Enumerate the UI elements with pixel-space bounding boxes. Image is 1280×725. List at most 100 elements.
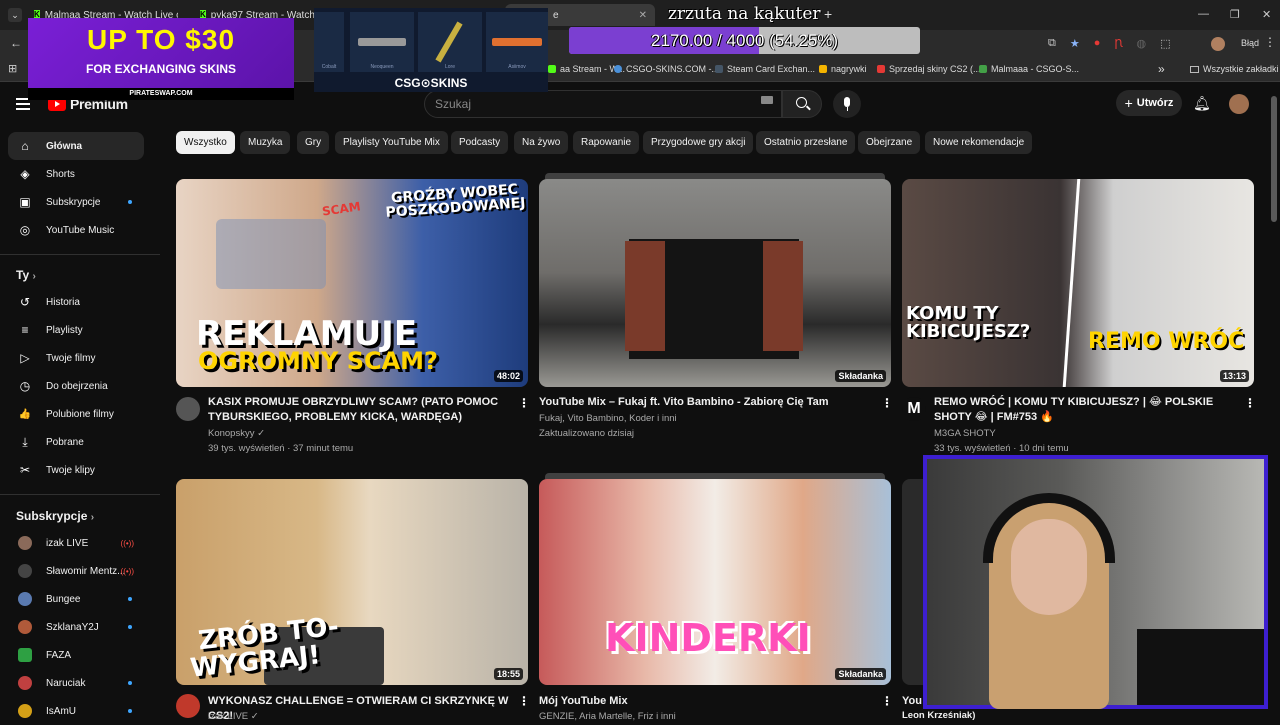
search-button[interactable]: [782, 90, 822, 118]
video-thumbnail[interactable]: ZRÓB TO- WYGRAJ! 18:55: [176, 479, 528, 685]
bookmark-item[interactable]: Sprzedaj skiny CS2 (...: [877, 64, 981, 74]
channel-name[interactable]: Konopskyy ✓: [208, 426, 265, 441]
chip-podcasts[interactable]: Podcasty: [451, 131, 509, 154]
profile-avatar[interactable]: [1211, 37, 1225, 51]
chip-live[interactable]: Na żywo: [514, 131, 569, 154]
more-options-icon[interactable]: ⋮: [881, 396, 893, 410]
voice-search-button[interactable]: [833, 90, 861, 118]
channel-avatar[interactable]: [176, 694, 200, 718]
create-button[interactable]: + Utwórz: [1116, 90, 1182, 116]
bookmark-item[interactable]: nagrywki: [819, 64, 867, 74]
search-input[interactable]: Szukaj: [424, 90, 782, 118]
sidebar-item-shorts[interactable]: ◈ Shorts: [8, 160, 144, 188]
cast-icon[interactable]: ⧉: [1048, 37, 1056, 50]
sidebar-subscription-bungee[interactable]: Bungee: [8, 585, 144, 613]
channel-avatar[interactable]: M: [902, 397, 926, 421]
sidebar-item-subscriptions[interactable]: ▣ Subskrypcje: [8, 188, 144, 216]
sidebar-subscription-izak-live[interactable]: izak LIVE ((•)): [8, 529, 144, 557]
menu-dots-icon[interactable]: ⋮: [1264, 35, 1276, 49]
tab-list-icon[interactable]: ⌄: [8, 8, 22, 22]
bookmark-favicon-icon: [979, 65, 987, 73]
new-tab-button[interactable]: +: [824, 6, 832, 22]
more-options-icon[interactable]: ⋮: [881, 694, 893, 708]
more-options-icon[interactable]: ⋮: [518, 396, 530, 410]
video-thumbnail[interactable]: SCAM GROŹBY WOBEC POSZKODOWANEJ REKLAMUJ…: [176, 179, 528, 387]
keyboard-icon[interactable]: [761, 96, 773, 104]
account-avatar[interactable]: [1229, 94, 1249, 114]
notifications-bell-icon[interactable]: 🔔︎: [1193, 95, 1211, 112]
extension-icon[interactable]: ●: [1094, 37, 1101, 50]
video-thumbnail[interactable]: KINDERKI Składanka: [539, 479, 891, 685]
video-title[interactable]: You: [902, 694, 922, 709]
window-close-icon[interactable]: ✕: [1262, 8, 1271, 21]
video-title[interactable]: REMO WRÓĆ | KOMU TY KIBICUJESZ? | 😂 POLS…: [934, 395, 1244, 425]
extension-icon[interactable]: Ꞃ: [1114, 37, 1122, 50]
subscriptions-section-header[interactable]: Subskrypcje ›: [16, 509, 94, 523]
video-title[interactable]: KASIX PROMUJE OBRZYDLIWY SCAM? (PATO POM…: [208, 395, 508, 425]
chip-watched[interactable]: Obejrzane: [858, 131, 921, 154]
maximize-icon[interactable]: ❐: [1230, 8, 1240, 21]
channel-avatar[interactable]: [176, 397, 200, 421]
more-options-icon[interactable]: ⋮: [518, 694, 530, 708]
thumbnail-right-text: REMO WRÓĆ: [1088, 329, 1245, 354]
bookmarks-overflow-icon[interactable]: »: [1158, 62, 1165, 76]
sidebar-item-downloads[interactable]: ⤓ Pobrane: [8, 428, 144, 456]
chip-music[interactable]: Muzyka: [240, 131, 291, 154]
chip-action-adventure[interactable]: Przygodowe gry akcji: [643, 131, 754, 154]
sidebar-item-label: Do obejrzenia: [46, 380, 108, 392]
bookmark-item[interactable]: Malmaaa - CSGO-S...: [979, 64, 1079, 74]
channel-name[interactable]: Leon Krześniak): [902, 708, 975, 723]
csgo-skins-overlay: Cobalt Neoqueen Lore Asiimov CSG⊙SKINS: [314, 8, 548, 92]
sidebar-item-your-clips[interactable]: ✂ Twoje klipy: [8, 456, 144, 484]
sidebar-subscription-isamu[interactable]: IsAmU: [8, 697, 144, 725]
sidebar-item-your-videos[interactable]: ▷ Twoje filmy: [8, 344, 144, 372]
sidebar-subscription-szklanay2j[interactable]: SzklanaY2J: [8, 613, 144, 641]
history-icon: ↺: [19, 295, 31, 309]
sidebar-item-playlists[interactable]: ≡ Playlisty: [8, 316, 144, 344]
more-options-icon[interactable]: ⋮: [1244, 396, 1256, 410]
chip-recently-uploaded[interactable]: Ostatnio przesłane: [756, 131, 856, 154]
back-icon[interactable]: ←: [10, 36, 22, 50]
bookmark-item[interactable]: Steam Card Exchan...: [715, 64, 815, 74]
sidebar-item-history[interactable]: ↺ Historia: [8, 288, 144, 316]
donation-goal-bar: 2170.00 / 4000 (54.25%): [569, 27, 920, 54]
extension-icon[interactable]: ◍: [1136, 37, 1146, 50]
chip-youtube-mix[interactable]: Playlisty YouTube Mix: [335, 131, 448, 154]
chip-games[interactable]: Gry: [297, 131, 330, 154]
page-scrollbar[interactable]: [1271, 96, 1277, 222]
sidebar-item-label: Sławomir Mentz...: [46, 565, 126, 577]
video-title[interactable]: Mój YouTube Mix: [539, 694, 869, 709]
downloads-icon: ⤓: [22, 434, 28, 449]
channel-name[interactable]: Fukaj, Vito Bambino, Koder i inni: [539, 411, 677, 426]
extensions-puzzle-icon[interactable]: ⬚: [1160, 37, 1170, 50]
chip-rap[interactable]: Rapowanie: [573, 131, 640, 154]
channel-name[interactable]: M3GA SHOTY: [934, 426, 996, 441]
video-thumbnail[interactable]: KOMU TY KIBICUJESZ? REMO WRÓĆ 13:13: [902, 179, 1254, 387]
sidebar-item-youtube-music[interactable]: ◎ YouTube Music: [8, 216, 144, 244]
sidebar-subscription-naruciak[interactable]: Naruciak: [8, 669, 144, 697]
menu-hamburger-icon[interactable]: [16, 98, 30, 113]
sidebar-item-liked-videos[interactable]: 👍 Polubione filmy: [8, 400, 144, 428]
sidebar-item-watch-later[interactable]: ◷ Do obejrzenia: [8, 372, 144, 400]
profile-status[interactable]: Błąd: [1241, 38, 1259, 48]
bookmark-item[interactable]: CSGO-SKINS.COM -...: [614, 64, 719, 74]
close-tab-icon[interactable]: ✕: [639, 10, 647, 21]
channel-avatar: [18, 564, 32, 578]
channel-name[interactable]: GENZIE, Aria Martelle, Friz i inni: [539, 709, 676, 724]
minimize-icon[interactable]: —: [1198, 8, 1209, 20]
webcam-overlay: [923, 455, 1268, 709]
bookmark-star-icon[interactable]: ★: [1070, 37, 1080, 50]
chip-all[interactable]: Wszystko: [176, 131, 235, 154]
all-bookmarks-folder[interactable]: Wszystkie zakładki: [1190, 64, 1279, 74]
you-section-header[interactable]: Ty ›: [16, 268, 36, 282]
sidebar-subscription-slawomir-mentzen[interactable]: Sławomir Mentz... ((•)): [8, 557, 144, 585]
apps-grid-icon[interactable]: ⊞: [8, 62, 17, 75]
video-thumbnail[interactable]: Składanka: [539, 179, 891, 387]
sidebar-subscription-faza[interactable]: FAZA: [8, 641, 144, 669]
sidebar-item-home[interactable]: ⌂ Główna: [8, 132, 144, 160]
video-title[interactable]: YouTube Mix – Fukaj ft. Vito Bambino - Z…: [539, 395, 869, 410]
channel-name[interactable]: izak LIVE ✓: [208, 709, 259, 724]
channel-avatar: [18, 676, 32, 690]
new-content-dot: [128, 597, 132, 601]
chip-new-to-you[interactable]: Nowe rekomendacje: [925, 131, 1033, 154]
